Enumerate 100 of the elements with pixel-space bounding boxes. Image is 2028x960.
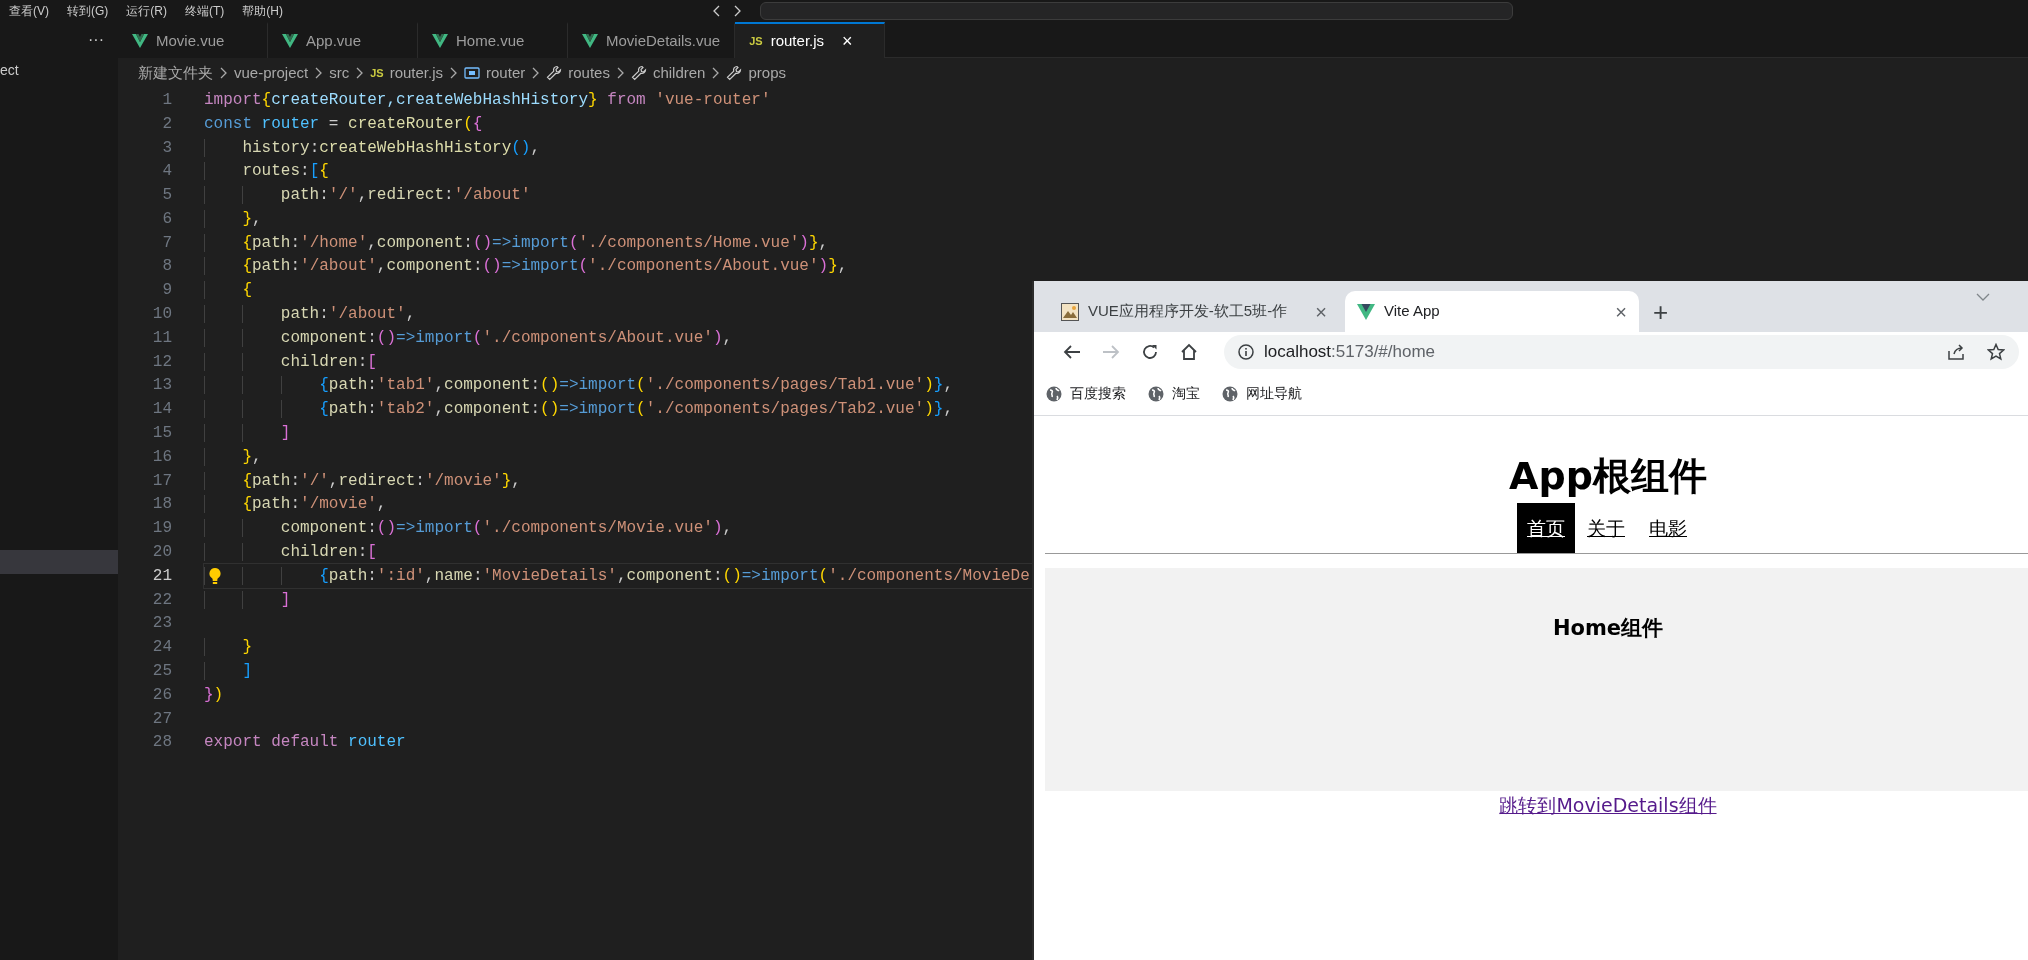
code-line: {path:'/home',component:()=>import('./components/Home.vue')}, (204, 230, 833, 255)
explorer-row[interactable]: ect (0, 58, 118, 82)
wrench-icon (546, 65, 563, 81)
breadcrumb-item[interactable]: props (748, 61, 786, 85)
code-line: children:[ (204, 349, 381, 374)
info-icon (1238, 344, 1254, 360)
line-number: 2 (161, 113, 172, 135)
globe-icon[interactable] (1046, 385, 1062, 402)
nav-link[interactable]: 首页 (1517, 503, 1575, 553)
code-line: }) (204, 684, 225, 706)
editor-tab[interactable]: Movie.vue (118, 22, 268, 58)
editor-tab[interactable]: Home.vue (418, 22, 568, 58)
line-number: 24 (151, 637, 172, 659)
line-number: 28 (151, 732, 172, 754)
editor-tab[interactable]: JS router.js × (735, 22, 886, 58)
line-number: 17 (151, 470, 172, 492)
menu-item[interactable]: 帮助(H) (233, 2, 292, 20)
line-number: 25 (151, 661, 172, 683)
browser-tab[interactable]: Vite App × (1345, 291, 1639, 332)
close-button[interactable]: × (1315, 296, 1327, 327)
menu-item[interactable]: 终端(T) (176, 2, 234, 20)
home-icon[interactable] (1179, 343, 1198, 361)
line-number: 10 (151, 304, 172, 326)
code-line: component:()=>import('./components/Movie.vue'), (204, 516, 737, 541)
line-number: 22 (151, 589, 172, 611)
reload-icon[interactable] (1140, 343, 1159, 361)
globe-icon[interactable] (1222, 385, 1238, 402)
line-number: 12 (151, 351, 172, 373)
browser-tab[interactable]: VUE应用程序开发-软工5班-作 × (1049, 291, 1339, 332)
chevron-icon (615, 66, 625, 80)
code-line: {path:'tab1',component:()=>import('./components/pages/Tab1.vue')}, (204, 373, 957, 398)
bookmark-link[interactable]: 淘宝 (1172, 383, 1200, 404)
code-line: path:'/',redirect:'/about' (204, 183, 535, 208)
code-line: routes:[{ (204, 159, 333, 184)
v-logo-icon (1357, 303, 1375, 320)
line-number: 6 (161, 208, 172, 230)
code-line: {path:':id',name:'MovieDetails',component:()=>import('./components/MovieDe (204, 563, 1034, 588)
menu-item[interactable]: 查看(V) (0, 2, 58, 20)
line-number: 5 (161, 185, 172, 207)
v-logo-icon (282, 33, 298, 49)
bookmark-link[interactable]: 网址导航 (1246, 383, 1302, 404)
close-button[interactable]: × (1615, 296, 1627, 327)
code-line: children:[ (204, 540, 381, 565)
line-number: 14 (151, 399, 172, 421)
wrench-icon (726, 65, 743, 81)
globe-icon[interactable] (1148, 385, 1164, 402)
chevron-icon (449, 66, 459, 80)
code-line: }, (204, 444, 266, 469)
bookmark-link[interactable]: 百度搜索 (1070, 383, 1126, 404)
menu-item[interactable]: 运行(R) (117, 2, 176, 20)
wrench-icon (630, 65, 647, 81)
menu-item[interactable]: 转到(G) (58, 2, 118, 20)
star-icon[interactable] (1987, 343, 2005, 361)
breadcrumb-item[interactable]: routes (568, 61, 610, 85)
back-arrow-icon[interactable] (1062, 344, 1081, 360)
code-line: const router = createRouter({ (204, 113, 484, 135)
code-line: {path:'/movie', (204, 492, 391, 517)
line-number: 19 (151, 518, 172, 540)
breadcrumb-item[interactable]: vue-project (234, 61, 309, 85)
line-number: 8 (161, 256, 172, 278)
line-number: 1 (161, 89, 172, 111)
share-icon[interactable] (1947, 343, 1965, 361)
breadcrumb-item[interactable]: router.js (389, 61, 444, 85)
line-number: 23 (151, 613, 172, 635)
breadcrumb-item[interactable]: 新建文件夹 (138, 61, 213, 85)
nav-link[interactable]: 关于 (1575, 503, 1637, 553)
code-line: component:()=>import('./components/About.vue'), (204, 325, 737, 350)
editor-tab[interactable]: App.vue (268, 22, 418, 58)
chevron-icon (711, 66, 721, 80)
chevron-icon (355, 66, 365, 80)
line-number: 11 (151, 327, 172, 349)
close-button[interactable]: × (842, 27, 853, 55)
dropdown-chevron-icon[interactable] (1976, 293, 1990, 301)
more-actions-button[interactable]: ··· (0, 22, 118, 58)
code-line: path:'/about', (204, 302, 420, 327)
v-logo-icon (432, 33, 448, 49)
line-number: 26 (151, 684, 172, 706)
lightbulb-icon (208, 566, 222, 585)
new-tab-button[interactable]: + (1653, 298, 1669, 326)
nav-link[interactable]: 电影 (1637, 503, 1699, 553)
editor-tab[interactable]: MovieDetails.vue (568, 22, 736, 58)
code-line: {path:'/',redirect:'/movie'}, (204, 468, 525, 493)
details-link[interactable]: 跳转到MovieDetails组件 (1499, 794, 1717, 816)
image-icon (1061, 302, 1079, 321)
line-number: 21 (151, 565, 172, 587)
url-text: localhost:5173/#/home (1264, 341, 1436, 364)
v-logo-icon (582, 33, 598, 49)
address-bar[interactable]: localhost:5173/#/home (1224, 335, 2019, 369)
breadcrumb-item[interactable]: src (329, 61, 350, 85)
breadcrumb-item[interactable]: children (652, 61, 706, 85)
code-line: import{createRouter,createWebHashHistory} from 'vue-router' (204, 89, 772, 111)
breadcrumb-item[interactable]: router (486, 61, 526, 85)
variable-icon (464, 66, 481, 80)
page-heading: App根组件 (1508, 453, 1708, 500)
line-number: 7 (161, 232, 172, 254)
code-line: history:createWebHashHistory(), (204, 135, 545, 160)
v-logo-icon (132, 33, 148, 49)
js-file-icon: JS (370, 64, 384, 82)
line-number: 4 (161, 161, 172, 183)
search-field[interactable] (760, 2, 1513, 20)
